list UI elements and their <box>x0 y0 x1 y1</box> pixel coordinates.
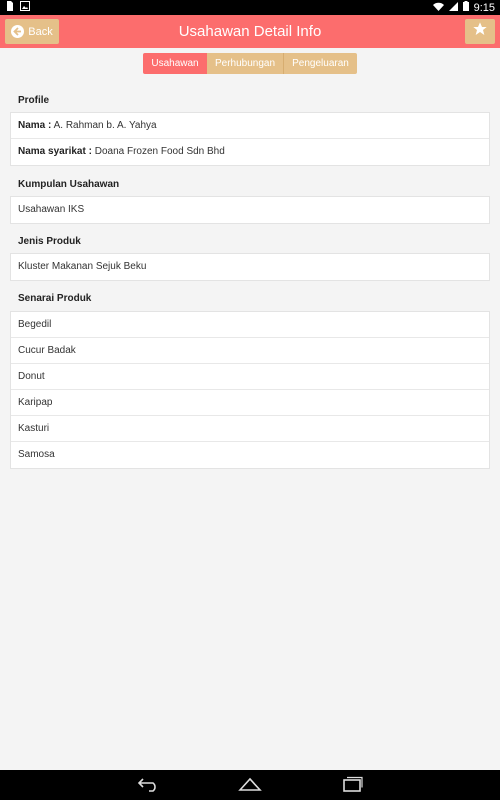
favorite-button[interactable] <box>465 19 495 44</box>
list-item[interactable]: Donut <box>11 364 489 390</box>
back-button-label: Back <box>28 25 53 38</box>
syarikat-value: Doana Frozen Food Sdn Bhd <box>94 146 225 157</box>
list-item[interactable]: Cucur Badak <box>11 338 489 364</box>
nama-label: Nama : <box>18 120 52 131</box>
nav-back-icon[interactable] <box>137 776 161 797</box>
list-item[interactable]: Karipap <box>11 390 489 416</box>
system-nav-bar <box>0 770 500 800</box>
senarai-heading: Senarai Produk <box>18 293 92 304</box>
star-icon <box>472 21 488 42</box>
syarikat-label: Nama syarikat : <box>18 146 92 157</box>
profile-card: Nama : A. Rahman b. A. Yahya Nama syarik… <box>10 112 490 166</box>
syarikat-row: Nama syarikat : Doana Frozen Food Sdn Bh… <box>11 139 489 165</box>
page-title: Usahawan Detail Info <box>178 23 322 40</box>
nav-recents-icon[interactable] <box>340 776 364 797</box>
tab-bar: Usahawan Perhubungan Pengeluaran <box>143 53 357 74</box>
list-item[interactable]: Begedil <box>11 312 489 338</box>
status-time: 9:15 <box>473 1 495 14</box>
image-icon <box>20 1 30 14</box>
arrow-left-icon <box>11 25 25 38</box>
senarai-card: Begedil Cucur Badak Donut Karipap Kastur… <box>10 311 490 469</box>
nama-row: Nama : A. Rahman b. A. Yahya <box>11 113 489 139</box>
tab-perhubungan[interactable]: Perhubungan <box>207 53 284 74</box>
battery-icon <box>462 1 469 14</box>
tab-pengeluaran[interactable]: Pengeluaran <box>284 53 357 74</box>
back-button[interactable]: Back <box>5 19 59 44</box>
list-item[interactable]: Kasturi <box>11 416 489 442</box>
nav-home-icon[interactable] <box>238 776 262 797</box>
kumpulan-value: Usahawan IKS <box>18 204 85 215</box>
jenis-card: Kluster Makanan Sejuk Beku <box>10 253 490 281</box>
kumpulan-card: Usahawan IKS <box>10 196 490 224</box>
kumpulan-heading: Kumpulan Usahawan <box>18 179 120 190</box>
wifi-icon <box>432 2 444 14</box>
nama-value: A. Rahman b. A. Yahya <box>53 120 157 131</box>
tab-usahawan[interactable]: Usahawan <box>143 53 207 74</box>
status-bar: 9:15 <box>0 0 500 15</box>
signal-icon <box>448 1 458 14</box>
app-header: Usahawan Detail Info Back <box>0 15 500 48</box>
profile-heading: Profile <box>18 95 50 106</box>
jenis-value: Kluster Makanan Sejuk Beku <box>18 261 147 272</box>
sd-card-icon <box>6 1 14 14</box>
jenis-heading: Jenis Produk <box>18 236 81 247</box>
list-item[interactable]: Samosa <box>11 442 489 468</box>
